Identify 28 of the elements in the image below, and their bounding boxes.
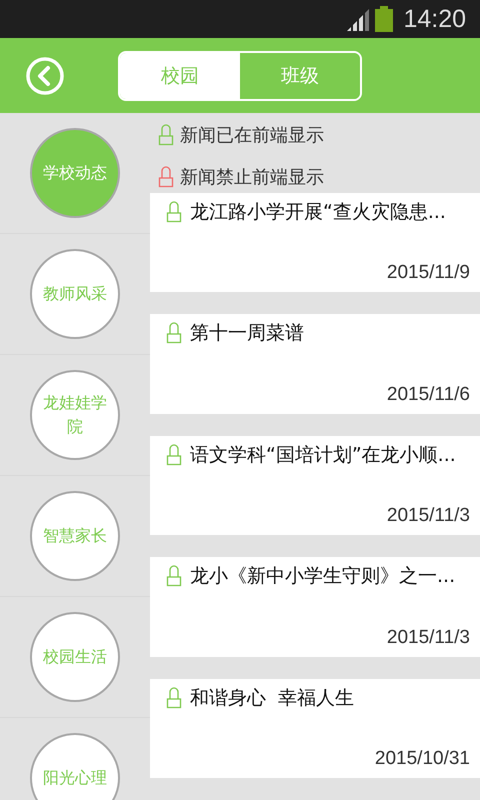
news-title: 龙江路小学开展“查火灾隐患... xyxy=(190,200,446,225)
news-card[interactable]: 和谐身心 幸福人生 2015/10/31 xyxy=(150,678,480,778)
news-title: 龙小《新中小学生守则》之一... xyxy=(190,564,456,590)
news-title: 和谐身心 幸福人生 xyxy=(190,686,354,711)
news-card[interactable]: 第十一周菜谱 2015/11/6 xyxy=(150,314,480,414)
back-icon[interactable] xyxy=(26,56,64,94)
legend-label: 新闻已在前端显示 xyxy=(180,124,324,146)
category-button[interactable]: 智慧家长 xyxy=(30,491,120,581)
news-date: 2015/10/31 xyxy=(374,748,470,770)
category-button[interactable]: 教师风采 xyxy=(30,249,120,339)
category-button[interactable]: 龙娃娃学院 xyxy=(30,370,120,460)
legend-label: 新闻禁止前端显示 xyxy=(180,166,324,188)
news-date: 2015/11/6 xyxy=(386,384,470,406)
news-card[interactable]: 语文学科“国培计划”在龙小顺... 2015/11/3 xyxy=(150,436,480,536)
news-card[interactable]: 龙江路小学开展“查火灾隐患... 2015/11/9 xyxy=(150,193,480,292)
news-date: 2015/11/9 xyxy=(386,262,470,284)
news-date: 2015/11/3 xyxy=(386,626,470,649)
tab[interactable]: 校园 xyxy=(120,53,240,99)
category-button[interactable]: 阳光心理 xyxy=(30,733,120,800)
news-title: 语文学科“国培计划”在龙小顺... xyxy=(190,442,456,468)
signal-icon xyxy=(345,9,370,31)
news-card[interactable]: 龙小《新中小学生守则》之一... 2015/11/3 xyxy=(150,557,480,657)
category-button[interactable]: 学校动态 xyxy=(30,128,120,218)
category-button[interactable]: 校园生活 xyxy=(30,612,120,702)
battery-icon xyxy=(375,6,394,32)
news-date: 2015/11/3 xyxy=(386,505,470,528)
clock: 14:20 xyxy=(403,4,466,34)
news-title: 第十一周菜谱 xyxy=(190,321,304,346)
